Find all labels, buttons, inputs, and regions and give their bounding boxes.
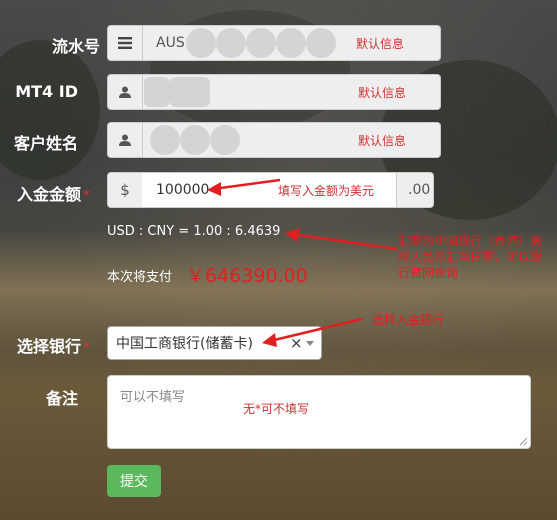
submit-button[interactable]: 提交 <box>107 465 161 497</box>
mt4-hint: 默认信息 <box>358 86 407 100</box>
name-hint: 默认信息 <box>358 134 407 148</box>
amount-label: 入金金额 * <box>0 181 90 205</box>
redaction-blob <box>306 28 336 58</box>
bank-annotation: 选择入金银行 <box>372 313 445 327</box>
name-field[interactable]: 默认信息 <box>107 122 441 158</box>
exchange-rate: USD : CNY = 1.00 : 6.4639 <box>107 224 281 239</box>
mt4-field[interactable]: 默认信息 <box>107 74 441 110</box>
annotation-arrow <box>207 178 281 196</box>
cents-addon: .00 <box>408 182 431 198</box>
required-mark: * <box>83 340 90 356</box>
redaction-blob <box>210 125 240 155</box>
redaction-blob <box>144 77 170 107</box>
list-icon <box>108 26 143 60</box>
redaction-blob <box>246 28 276 58</box>
amount-label-text: 入金金额 <box>16 185 81 204</box>
redaction-blob <box>186 28 216 58</box>
amount-value: 100000 <box>156 182 210 198</box>
pay-label: 本次将支付 <box>107 270 173 285</box>
dollar-addon: $ <box>108 173 143 207</box>
bank-selected: 中国工商银行(储蓄卡) <box>116 336 253 352</box>
annotation-arrow <box>285 228 398 251</box>
redaction-blob <box>150 125 180 155</box>
mt4-label: MT4 ID <box>15 82 78 101</box>
redaction-blob <box>170 77 210 107</box>
serial-field[interactable]: AUS 默认信息 <box>107 25 441 61</box>
rate-annotation: 汇率为中国银行（香港）离岸人民币汇当日率，可以银行官网查询 <box>398 234 543 280</box>
remark-placeholder: 可以不填写 <box>120 390 186 405</box>
serial-hint: 默认信息 <box>356 37 405 51</box>
amount-annotation: 填写入金额为美元 <box>278 184 375 198</box>
remark-label: 备注 <box>45 389 78 408</box>
annotation-arrow <box>262 317 363 347</box>
pay-value: ￥646390.00 <box>186 265 308 287</box>
remark-textarea[interactable]: 可以不填写 无*可不填写 <box>107 375 531 449</box>
background-tree <box>0 40 100 180</box>
resize-handle-icon[interactable] <box>518 436 528 446</box>
user-icon <box>108 75 143 109</box>
required-mark: * <box>83 188 90 204</box>
remark-annotation: 无*可不填写 <box>243 402 310 416</box>
serial-label: 流水号 <box>51 37 100 56</box>
bank-label: 选择银行 * <box>0 333 90 357</box>
name-label: 客户姓名 <box>13 134 78 153</box>
user-icon <box>108 123 143 157</box>
redaction-blob <box>216 28 246 58</box>
serial-value: AUS <box>156 35 185 51</box>
bank-label-text: 选择银行 <box>16 337 81 356</box>
redaction-blob <box>276 28 306 58</box>
redaction-blob <box>180 125 210 155</box>
